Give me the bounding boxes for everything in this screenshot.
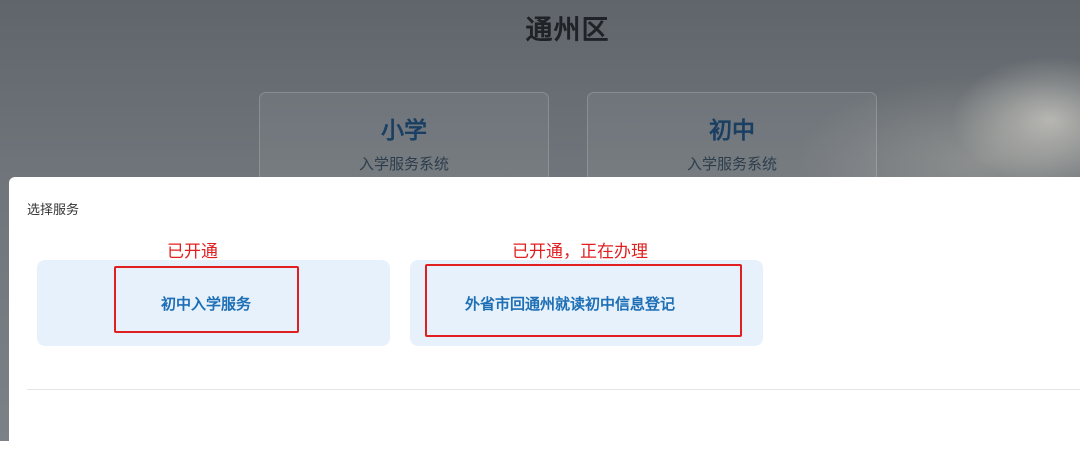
highlight-box: [114, 266, 299, 333]
system-name: 初中: [709, 118, 755, 144]
system-name: 小学: [381, 118, 427, 144]
system-subtitle: 入学服务系统: [686, 155, 777, 173]
page-title: 通州区: [525, 15, 610, 46]
system-subtitle: 入学服务系统: [358, 155, 449, 173]
status-annotation: 已开通，正在办理: [512, 242, 648, 262]
highlight-box: [425, 264, 742, 337]
select-service-dialog: 选择服务 已开通 已开通，正在办理 初中入学服务 外省市回通州就读初中信息登记: [9, 177, 1080, 457]
dialog-title: 选择服务: [27, 203, 80, 218]
divider: [27, 389, 1080, 390]
status-annotation: 已开通: [167, 242, 218, 262]
